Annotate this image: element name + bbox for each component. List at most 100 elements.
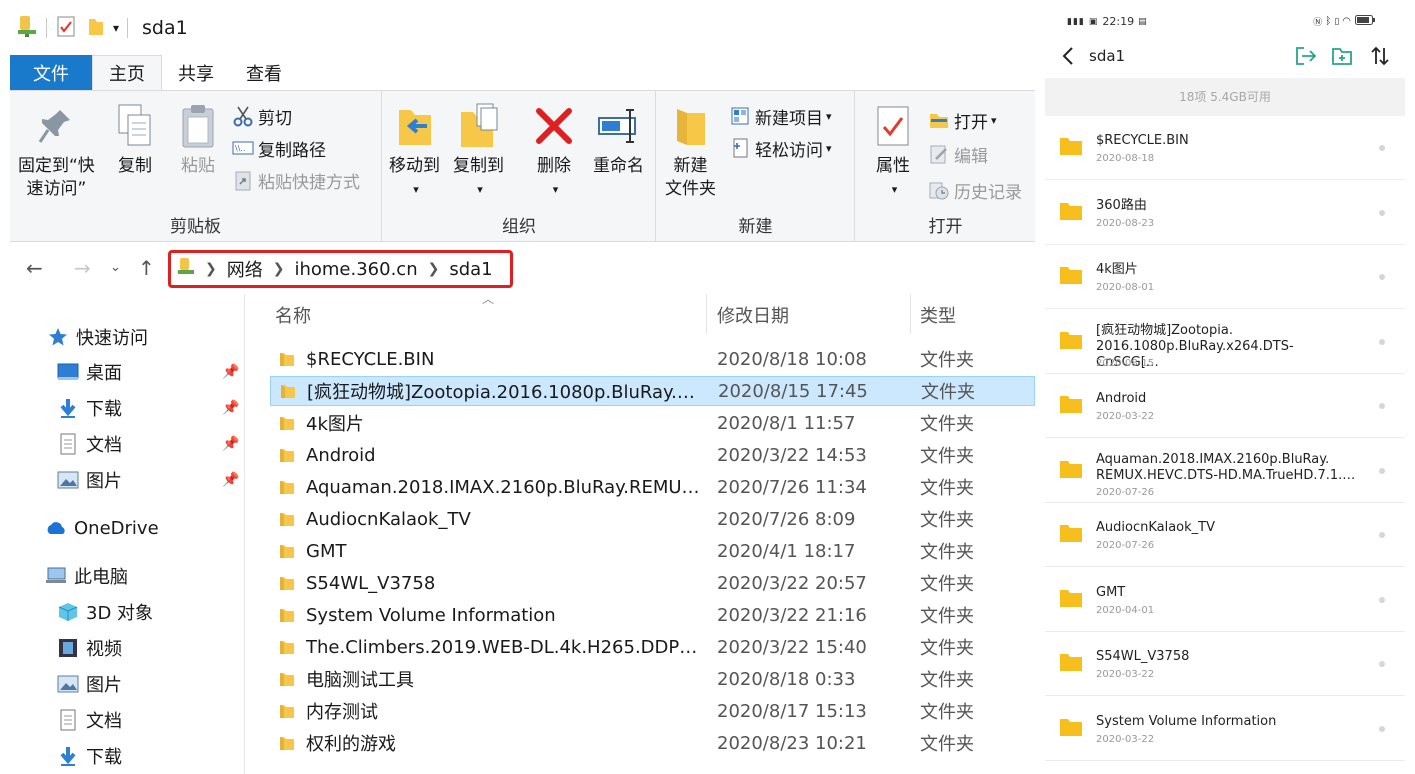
recent-locations-chevron-icon[interactable]: ⌄ [110, 260, 121, 275]
new-group-label: 新建 [738, 217, 773, 237]
computer-icon [44, 565, 68, 587]
file-row[interactable]: AudiocnKalaok_TV 2020/7/26 8:09 文件夹 [270, 504, 1035, 534]
breadcrumb-share[interactable]: sda1 [449, 259, 492, 280]
back-arrow-icon[interactable]: ← [26, 256, 43, 280]
select-dot-icon[interactable] [1379, 209, 1385, 216]
file-row[interactable]: Aquaman.2018.IMAX.2160p.BluRay.REMUX... 2… [270, 472, 1035, 502]
breadcrumb-network[interactable]: 网络 [227, 256, 263, 282]
new-folder-quick-icon[interactable] [87, 15, 105, 41]
new-folder-button[interactable]: 新建 文件夹 [665, 101, 716, 201]
phone-list-item[interactable]: System Volume Information 2020-03-22 [1045, 697, 1405, 761]
copy-button[interactable]: 复制 [112, 101, 158, 178]
file-row[interactable]: 内存测试 2020/8/17 15:13 文件夹 [270, 696, 1035, 726]
pin-icon[interactable]: 📌 [222, 400, 239, 416]
nav-quick-access[interactable]: 快速访问 [46, 322, 148, 352]
ribbon: 固定到“快 速访问” 复制 粘贴 剪切 \\.. 复制路径 粘贴快捷方式 剪贴板… [10, 90, 1035, 242]
easy-access-button[interactable]: 轻松访问 ▾ [729, 133, 832, 163]
rename-button[interactable]: 重命名 [593, 101, 644, 178]
select-dot-icon[interactable] [1379, 274, 1385, 280]
scissors-icon [232, 105, 254, 127]
new-folder-icon[interactable] [1329, 43, 1355, 69]
file-date: 2020/8/17 15:13 [717, 700, 867, 722]
folder-icon [278, 574, 296, 592]
up-arrow-icon[interactable]: ↑ [138, 256, 155, 280]
new-item-button[interactable]: 新建项目 ▾ [729, 101, 832, 131]
sort-icon[interactable] [1367, 43, 1393, 69]
forward-arrow-icon[interactable]: → [74, 256, 91, 280]
column-header-type[interactable]: 类型 [920, 302, 956, 328]
phone-list-item[interactable]: S54WL_V3758 2020-03-22 [1045, 632, 1405, 696]
nav-3d-objects[interactable]: 3D 对象 [56, 597, 153, 627]
file-row[interactable]: The.Climbers.2019.WEB-DL.4k.H265.DDP5.1.… [270, 632, 1035, 662]
phone-list-item[interactable]: Android 2020-03-22 [1045, 374, 1405, 438]
tab-file[interactable]: 文件 [10, 55, 92, 90]
breadcrumb[interactable]: ❯ 网络 ❯ ihome.360.cn ❯ sda1 [168, 250, 513, 288]
open-button[interactable]: 打开 ▾ [928, 105, 997, 135]
phone-list-item[interactable]: Aquaman.2018.IMAX.2160p.BluRay. REMUX.HEV… [1045, 439, 1405, 503]
edit-button[interactable]: 编辑 [928, 139, 988, 169]
paste-shortcut-button[interactable]: 粘贴快捷方式 [232, 165, 360, 195]
tab-share[interactable]: 共享 [162, 55, 230, 90]
cut-button[interactable]: 剪切 [232, 101, 292, 131]
pin-icon[interactable]: 📌 [222, 472, 239, 488]
paste-button[interactable]: 粘贴 [175, 101, 221, 178]
phone-list-item[interactable]: 360路由 2020-08-23 [1045, 181, 1405, 245]
column-header-date[interactable]: 修改日期 [717, 302, 789, 328]
select-dot-icon[interactable] [1379, 661, 1385, 667]
file-row[interactable]: 权利的游戏 2020/8/23 10:21 文件夹 [270, 728, 1035, 758]
column-header-name[interactable]: 名称 [275, 302, 311, 328]
tab-home[interactable]: 主页 [92, 55, 162, 90]
select-dot-icon[interactable] [1379, 532, 1385, 538]
file-row[interactable]: GMT 2020/4/1 18:17 文件夹 [270, 536, 1035, 566]
nav-pictures-pc[interactable]: 图片 [56, 669, 122, 699]
move-to-button[interactable]: 移动到 ▾ [389, 101, 440, 201]
nav-videos[interactable]: 视频 [56, 633, 122, 663]
tab-view[interactable]: 查看 [230, 55, 298, 90]
pin-icon[interactable]: 📌 [222, 364, 239, 380]
pin-icon[interactable]: 📌 [222, 436, 239, 452]
select-dot-icon[interactable] [1379, 145, 1385, 151]
nav-downloads-pc[interactable]: 下载 [56, 741, 122, 771]
file-row[interactable]: System Volume Information 2020/3/22 21:16… [270, 600, 1035, 630]
nav-this-pc[interactable]: 此电脑 [44, 561, 128, 591]
status-time: 22:19 [1102, 15, 1135, 28]
pin-quick-access-button[interactable]: 固定到“快 速访问” [18, 101, 95, 201]
customize-toolbar-icon[interactable]: ▾ [113, 21, 119, 35]
file-row[interactable]: $RECYCLE.BIN 2020/8/18 10:08 文件夹 [270, 344, 1035, 374]
copy-to-button[interactable]: 复制到 ▾ [453, 101, 504, 201]
star-icon [46, 326, 70, 348]
history-button[interactable]: 历史记录 [928, 175, 1022, 205]
nav-downloads[interactable]: 下载 [56, 393, 122, 423]
file-row[interactable]: S54WL_V3758 2020/3/22 20:57 文件夹 [270, 568, 1035, 598]
nav-onedrive[interactable]: OneDrive [44, 513, 159, 543]
file-row[interactable]: Android 2020/3/22 14:53 文件夹 [270, 440, 1035, 470]
column-divider[interactable] [706, 294, 707, 334]
select-dot-icon[interactable] [1379, 467, 1385, 474]
phone-list-item[interactable]: GMT 2020-04-01 [1045, 568, 1405, 632]
file-row[interactable]: 电脑测试工具 2020/8/18 0:33 文件夹 [270, 664, 1035, 694]
file-row[interactable]: [疯狂动物城]Zootopia.2016.1080p.BluRay.x2... 2… [270, 376, 1035, 406]
nav-pictures[interactable]: 图片 [56, 465, 122, 495]
nav-desktop[interactable]: 桌面 [56, 357, 122, 387]
phone-list-item[interactable]: 4k图片 2020-08-01 [1045, 245, 1405, 309]
properties-button[interactable]: 属性 ▾ [870, 101, 916, 201]
nav-documents-pc[interactable]: 文档 [56, 705, 122, 735]
breadcrumb-host[interactable]: ihome.360.cn [294, 259, 417, 280]
phone-list-item[interactable]: [疯狂动物城]Zootopia. 2016.1080p.BluRay.x264.D… [1045, 310, 1405, 374]
exit-share-icon[interactable] [1293, 43, 1319, 69]
back-chevron-icon[interactable] [1055, 43, 1081, 69]
delete-button[interactable]: 删除 ▾ [531, 101, 577, 201]
nav-documents[interactable]: 文档 [56, 429, 122, 459]
select-dot-icon[interactable] [1379, 403, 1385, 409]
phone-list-item[interactable]: $RECYCLE.BIN 2020-08-18 [1045, 116, 1405, 180]
file-row[interactable]: 4k图片 2020/8/1 11:57 文件夹 [270, 408, 1035, 438]
select-dot-icon[interactable] [1379, 338, 1385, 345]
select-dot-icon[interactable] [1379, 725, 1385, 732]
copy-path-button[interactable]: \\.. 复制路径 [232, 133, 326, 163]
select-dot-icon[interactable] [1379, 596, 1385, 603]
properties-quick-icon[interactable] [55, 14, 77, 42]
phone-list-item[interactable]: AudiocnKalaok_TV 2020-07-26 [1045, 503, 1405, 567]
clipboard-group-label: 剪贴板 [170, 217, 221, 237]
navigation-pane: 快速访问 桌面 📌 下载 📌 文档 📌 图片 📌 OneDrive 此电脑 3D… [0, 294, 245, 774]
column-divider[interactable] [910, 294, 911, 334]
